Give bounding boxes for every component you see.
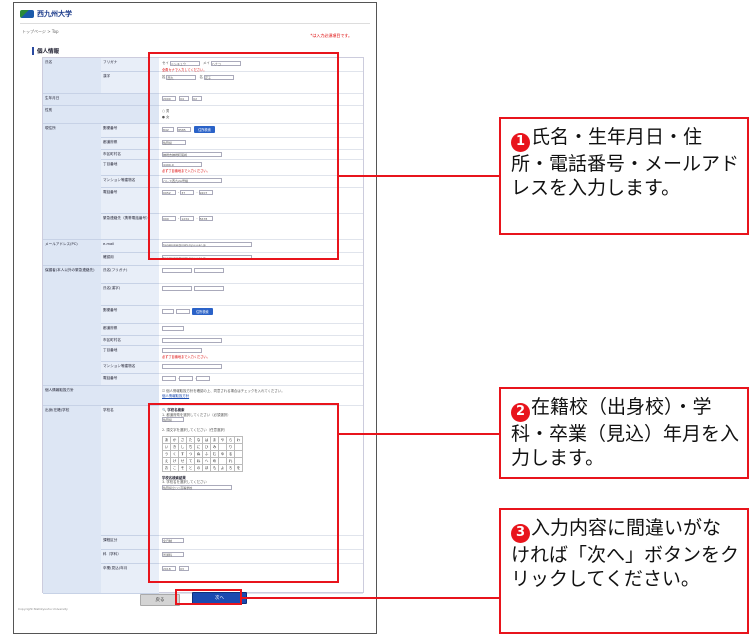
back-button[interactable]: 戻る bbox=[140, 594, 180, 606]
guardian-phone3-input[interactable] bbox=[196, 376, 211, 381]
breadcrumb: トップページ > Top bbox=[22, 29, 59, 34]
guardian-city-label: 市区町村名 bbox=[101, 336, 159, 346]
callout-1-text: 氏名・生年月日・住所・電話番号・メールアドレスを入力します。 bbox=[511, 126, 740, 199]
guardian-kana-sei-input[interactable] bbox=[162, 268, 192, 273]
guardian-bldg-input[interactable] bbox=[162, 364, 222, 369]
guardian-zip1-input[interactable] bbox=[162, 309, 174, 314]
school-label: 出身(在籍)学校 bbox=[43, 406, 101, 594]
callout-3: 3 入力内容に間違いがなければ「次へ」ボタンをクリックしてください。 bbox=[499, 508, 749, 634]
guardian-phone2-input[interactable] bbox=[179, 376, 194, 381]
connector-line-1 bbox=[339, 175, 499, 177]
guardian-city-input[interactable] bbox=[162, 338, 222, 343]
highlight-box-3 bbox=[175, 589, 242, 605]
guardian-label: 保護者(本人以外の緊急連絡先) bbox=[43, 266, 101, 386]
email-label: メールアドレス(PC) bbox=[43, 240, 101, 266]
connector-line-2 bbox=[339, 433, 499, 435]
privacy-link[interactable]: 個人情報取扱方針 bbox=[162, 394, 189, 398]
highlight-box-2 bbox=[148, 403, 339, 583]
name-label: 氏名 bbox=[43, 58, 101, 94]
header-divider bbox=[20, 23, 370, 24]
guardian-city-field bbox=[159, 336, 363, 346]
guardian-kana-label: 氏名(フリガナ) bbox=[101, 266, 159, 284]
university-logo: 西九州大学 bbox=[20, 9, 72, 19]
birth-label: 生年月日 bbox=[43, 94, 159, 106]
guardian-bldg-label: マンション等建物名 bbox=[101, 362, 159, 374]
callout-1: 1 氏名・生年月日・住所・電話番号・メールアドレスを入力します。 bbox=[499, 117, 749, 235]
guardian-kana-fields bbox=[159, 266, 363, 284]
callout-2-text: 在籍校（出身校）・学科・卒業（見込）年月を入力します。 bbox=[511, 396, 740, 469]
privacy-label: 個人情報取扱方針 bbox=[43, 386, 159, 406]
required-note: *は入力必須項目です。 bbox=[310, 33, 352, 38]
guardian-kanji-sei-input[interactable] bbox=[162, 286, 192, 291]
callout-2: 2 在籍校（出身校）・学科・卒業（見込）年月を入力します。 bbox=[499, 387, 749, 479]
logo-text: 西九州大学 bbox=[37, 10, 72, 18]
guardian-street-input[interactable] bbox=[162, 348, 202, 353]
callout-2-number: 2 bbox=[511, 402, 530, 422]
guardian-pref-field bbox=[159, 324, 363, 336]
callout-3-number: 3 bbox=[511, 523, 530, 543]
guardian-street-label: 丁目番地 bbox=[101, 346, 159, 362]
guardian-kanji-label: 氏名(漢字) bbox=[101, 284, 159, 306]
callout-1-number: 1 bbox=[511, 132, 530, 152]
guardian-street-field: 必ず丁目番地まで入力ください。 bbox=[159, 346, 363, 362]
address-label: 現住所 bbox=[43, 124, 101, 240]
guardian-kanji-mei-input[interactable] bbox=[194, 286, 224, 291]
connector-line-3 bbox=[242, 597, 499, 599]
guardian-kanji-fields bbox=[159, 284, 363, 306]
highlight-box-1 bbox=[148, 52, 339, 260]
section-title: 個人情報 bbox=[32, 47, 59, 55]
guardian-bldg-field bbox=[159, 362, 363, 374]
privacy-checkbox[interactable]: ☑ bbox=[162, 389, 165, 393]
guardian-pref-select[interactable] bbox=[162, 326, 184, 331]
guardian-pref-label: 都道府県 bbox=[101, 324, 159, 336]
guardian-kana-mei-input[interactable] bbox=[194, 268, 224, 273]
guardian-phone1-input[interactable] bbox=[162, 376, 176, 381]
guardian-zip-fields: 住所検索 bbox=[159, 306, 363, 324]
guardian-phone-label: 電話番号 bbox=[101, 374, 159, 386]
logo-mark-icon bbox=[20, 10, 34, 18]
guardian-phone-fields: -- bbox=[159, 374, 363, 386]
guardian-zip2-input[interactable] bbox=[176, 309, 190, 314]
guardian-zip-search-button[interactable]: 住所検索 bbox=[192, 308, 213, 315]
footer-text: Copyright Nishikyushu University bbox=[18, 607, 68, 611]
gender-label: 性別 bbox=[43, 106, 159, 124]
callout-3-text: 入力内容に間違いがなければ「次へ」ボタンをクリックしてください。 bbox=[511, 517, 740, 590]
guardian-zip-label: 郵便番号 bbox=[101, 306, 159, 324]
